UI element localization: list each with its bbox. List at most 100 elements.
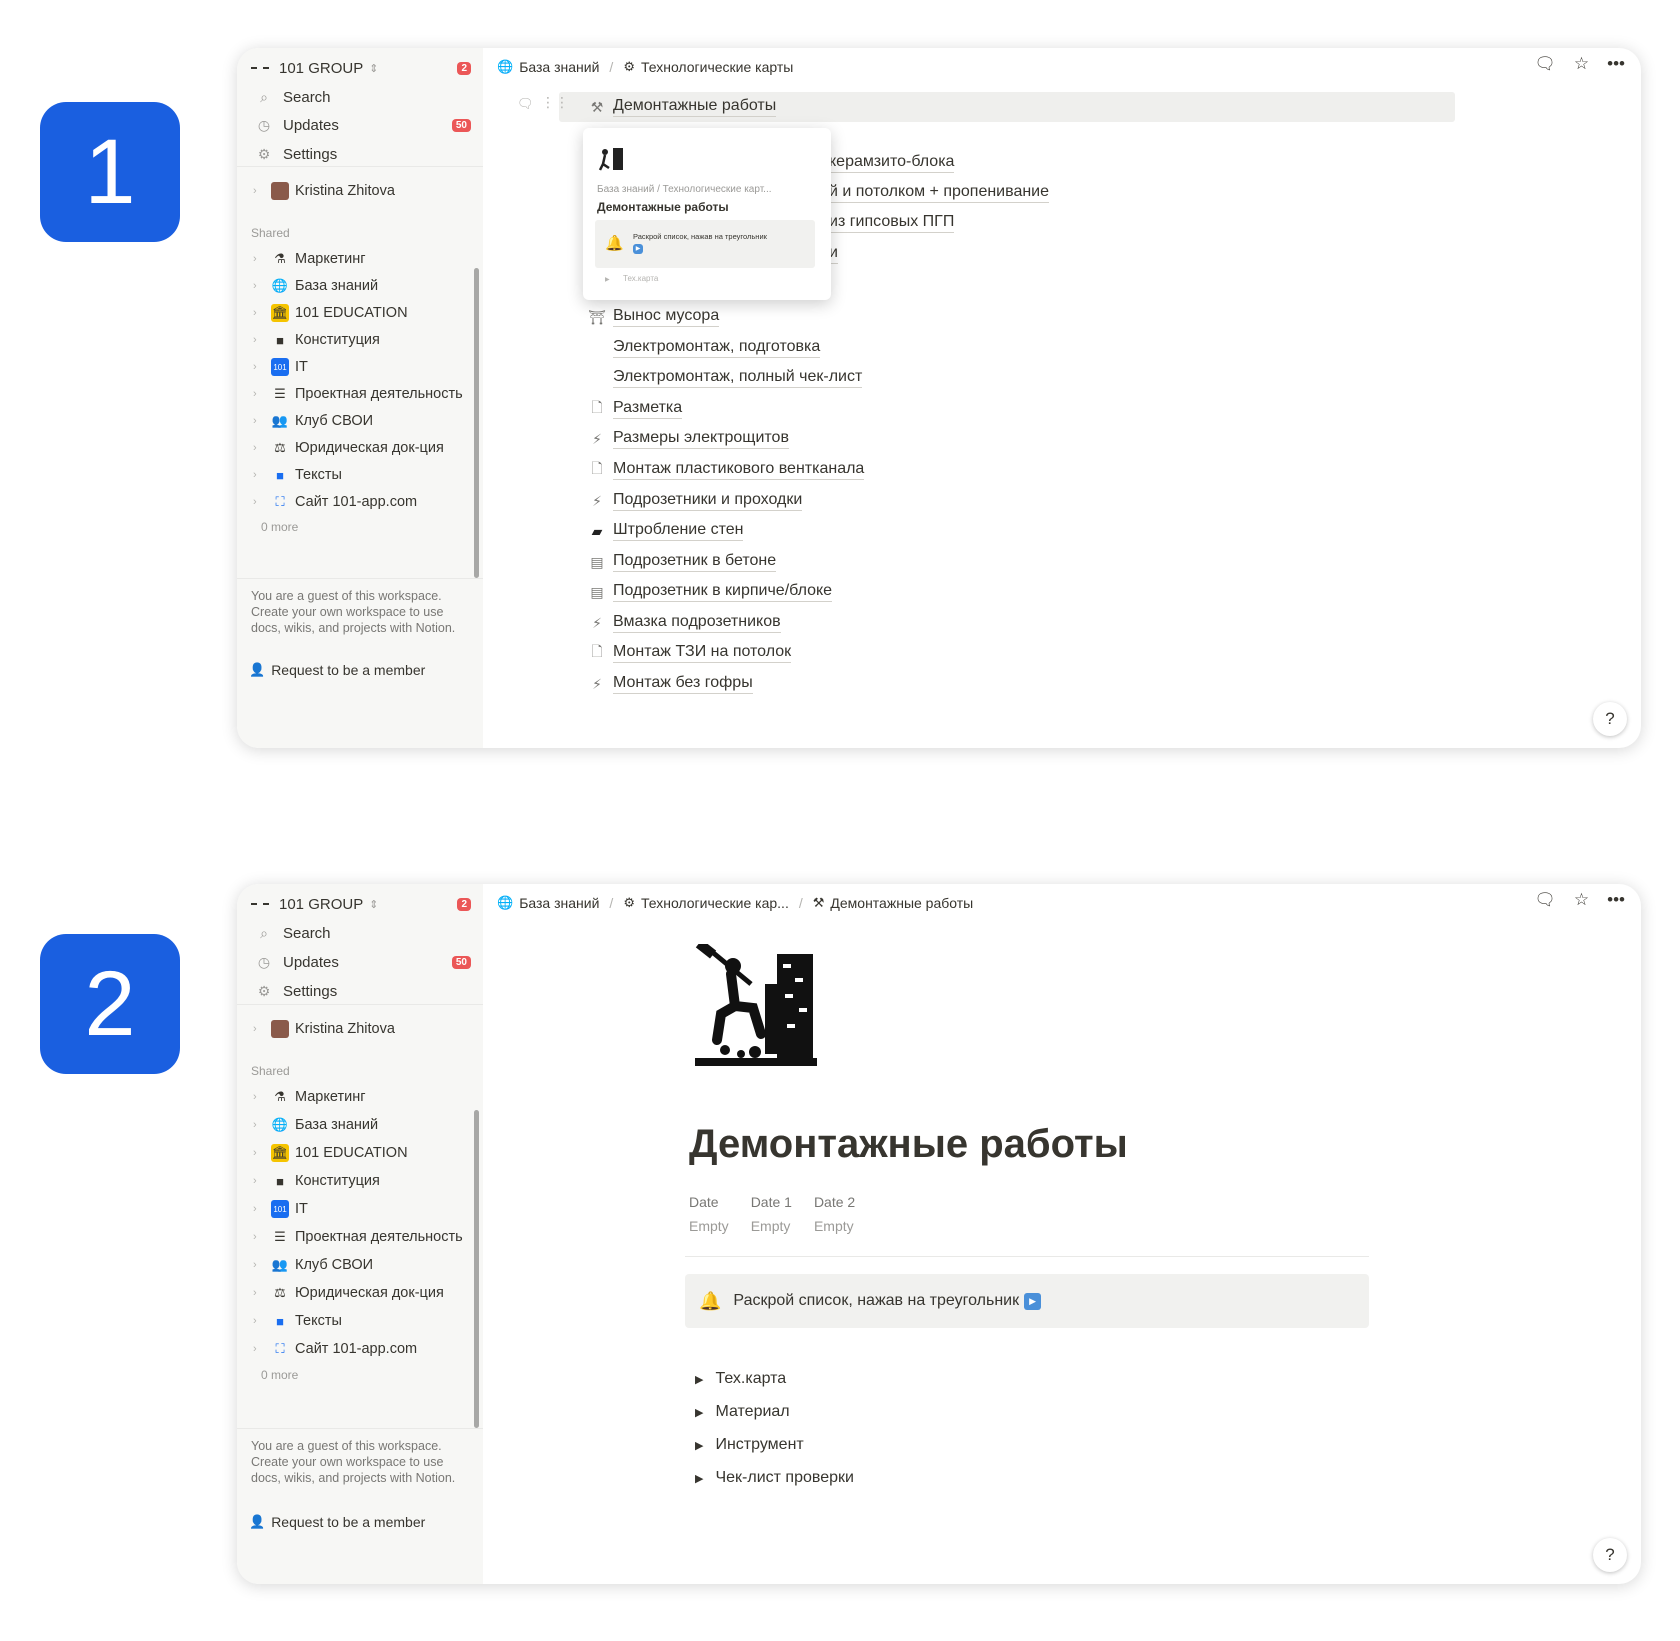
page-preview-popup[interactable]: База знаний / Технологические карт... Де… (583, 128, 831, 300)
list-item[interactable]: ⚡ Монтаж без гофры (585, 671, 753, 697)
sidebar-settings[interactable]: ⚙ Settings (253, 978, 471, 1004)
list-item[interactable]: 🗋 Монтаж пластикового вентканала (585, 457, 865, 483)
toggle-label: Инструмент (715, 1436, 804, 1453)
sidebar-updates[interactable]: ◷ Updates 50 (253, 112, 471, 138)
sidebar-item-texts[interactable]: › ■ Тексты (253, 462, 469, 488)
list-item-hovered[interactable]: ⚒ Демонтажные работы (585, 94, 777, 120)
star-icon[interactable]: ☆ (1574, 54, 1589, 74)
sidebar-item-constitution[interactable]: › ■ Конституция (253, 327, 469, 353)
toggle-block[interactable]: ▶ Чек-лист проверки (695, 1469, 854, 1487)
list-item-partial[interactable]: из гипсовых ПГП (829, 210, 955, 236)
sidebar-item-user[interactable]: › Kristina Zhitova (253, 1016, 469, 1042)
toggle-label: Материал (715, 1403, 790, 1420)
list-item[interactable]: 🗋 Монтаж ТЗИ на потолок (585, 640, 792, 666)
list-item[interactable]: ⛩ Вынос мусора (585, 304, 720, 330)
sidebar-item-label: Сайт 101-app.com (295, 1341, 418, 1357)
sidebar-item-marketing[interactable]: › ⚗ Маркетинг (253, 246, 469, 272)
top-actions: 🗨 ☆ ••• (1534, 54, 1625, 74)
sidebar-item-legal[interactable]: › ⚖ Юридическая док-ция (253, 435, 469, 461)
sidebar-item-marketing[interactable]: › ⚗ Маркетинг (253, 1084, 469, 1110)
sidebar-item-legal[interactable]: › ⚖ Юридическая док-ция (253, 1280, 469, 1306)
sidebar-item-it[interactable]: › 101 IT (253, 354, 469, 380)
sidebar-item-club[interactable]: › 👥 Клуб СВОИ (253, 408, 469, 434)
property-date-1[interactable]: Date 1 Empty (751, 1194, 792, 1234)
comment-icon[interactable]: 🗨 (517, 96, 534, 112)
breadcrumb-item[interactable]: 🌐 База знаний (497, 895, 599, 911)
sidebar-item-site[interactable]: › ⛶ Сайт 101-app.com (253, 489, 469, 515)
star-icon[interactable]: ☆ (1574, 890, 1589, 910)
sidebar-item-projects[interactable]: › ☰ Проектная деятельность (253, 381, 469, 407)
sidebar-settings[interactable]: ⚙ Settings (253, 141, 471, 167)
page-icon: 🗋 (591, 399, 603, 415)
sidebar-item-knowledge-base[interactable]: › 🌐 База знаний (253, 1112, 469, 1138)
page-title[interactable]: Демонтажные работы (689, 1122, 1128, 1167)
comment-icon[interactable]: 🗨 (1534, 890, 1556, 910)
sidebar-item-constitution[interactable]: › ■ Конституция (253, 1168, 469, 1194)
sidebar-item-club[interactable]: › 👥 Клуб СВОИ (253, 1252, 469, 1278)
more-icon[interactable]: ••• (1607, 54, 1625, 74)
sidebar-item-texts[interactable]: › ■ Тексты (253, 1308, 469, 1334)
sidebar-updates-label: Updates (283, 953, 339, 971)
more-icon[interactable]: ••• (1607, 890, 1625, 910)
list-item[interactable]: ⚡ Подрозетники и проходки (585, 488, 803, 514)
sidebar-item-it[interactable]: › 101 IT (253, 1196, 469, 1222)
workspace-switcher[interactable]: 101 GROUP ⇕ 2 (251, 54, 471, 82)
chevron-right-icon: › (253, 280, 257, 292)
workspace-switcher[interactable]: 101 GROUP ⇕ 2 (251, 890, 471, 918)
toggle-block[interactable]: ▶ Материал (695, 1403, 790, 1421)
list-item[interactable]: ⚡ Размеры электрощитов (585, 426, 789, 452)
breadcrumb-item[interactable]: ⚒ Демонтажные работы (813, 895, 974, 911)
scales-icon: ⚖ (274, 1285, 286, 1300)
help-button[interactable]: ? (1593, 702, 1627, 736)
sidebar-scrollbar[interactable] (474, 1110, 479, 1428)
step-badge-2: 2 (40, 934, 180, 1074)
toggle-block[interactable]: ▶ Инструмент (695, 1436, 804, 1454)
triangle-right-icon[interactable]: ▶ (695, 1373, 703, 1386)
sidebar-search[interactable]: ⌕ Search (253, 84, 471, 110)
sidebar-item-user[interactable]: › Kristina Zhitova (253, 178, 469, 204)
list-item[interactable]: ▰ Штробление стен (585, 518, 744, 544)
101-logo-icon: 101 (271, 1200, 289, 1218)
sidebar-item-site[interactable]: › ⛶ Сайт 101-app.com (253, 1336, 469, 1362)
sidebar-search[interactable]: ⌕ Search (253, 920, 471, 946)
list-item-partial[interactable]: й и потолком + пропенивание (829, 180, 1050, 206)
request-member-button[interactable]: 👤 Request to be a member (249, 662, 425, 678)
more-link[interactable]: 0 more (261, 1368, 298, 1382)
sidebar-item-education[interactable]: › 🏛 101 EDUCATION (253, 300, 469, 326)
list-item[interactable]: Электромонтаж, полный чек-лист (585, 365, 863, 391)
page-icon: 🗋 (591, 643, 603, 659)
list-item[interactable]: ⚡ Вмазка подрозетников (585, 610, 781, 636)
help-button[interactable]: ? (1593, 1538, 1627, 1572)
property-date-2[interactable]: Date 2 Empty (814, 1194, 855, 1234)
triangle-right-icon[interactable]: ▶ (695, 1439, 703, 1452)
breadcrumb-item[interactable]: ⚙ Технологические карты (623, 59, 793, 75)
workspace-logo (251, 67, 269, 69)
more-link[interactable]: 0 more (261, 520, 298, 534)
breadcrumb-separator: / (798, 895, 803, 911)
drill-icon: ▰ (591, 522, 603, 539)
checklist-icon: ☰ (274, 386, 286, 401)
callout-block[interactable]: 🔔 Раскрой список, нажав на треугольник ▶ (685, 1274, 1369, 1328)
list-item[interactable]: 🗋 Разметка (585, 396, 683, 422)
sidebar-item-knowledge-base[interactable]: › 🌐 База знаний (253, 273, 469, 299)
triangle-right-icon[interactable]: ▶ (695, 1472, 703, 1485)
list-item[interactable]: ▤ Подрозетник в бетоне (585, 549, 777, 575)
triangle-right-icon[interactable]: ▶ (695, 1406, 703, 1419)
shared-section-label: Shared (251, 1064, 290, 1078)
toggle-block[interactable]: ▶ Тех.карта (695, 1370, 786, 1388)
breadcrumb-item[interactable]: ⚙ Технологические кар... (623, 895, 789, 911)
comment-icon[interactable]: 🗨 (1534, 54, 1556, 74)
chevron-right-icon: › (253, 185, 257, 197)
property-date[interactable]: Date Empty (689, 1194, 729, 1234)
sidebar-item-education[interactable]: › 🏛 101 EDUCATION (253, 1140, 469, 1166)
breadcrumb-item[interactable]: 🌐 База знаний (497, 59, 599, 75)
drag-handle-icon[interactable]: ⋮⋮ (541, 94, 569, 111)
guest-note: You are a guest of this workspace. Creat… (251, 589, 456, 635)
list-item[interactable]: Электромонтаж, подготовка (585, 335, 821, 361)
list-item[interactable]: ▤ Подрозетник в кирпиче/блоке (585, 579, 833, 605)
request-member-button[interactable]: 👤 Request to be a member (249, 1514, 425, 1530)
list-item-partial[interactable]: керамзито-блока (829, 150, 955, 176)
sidebar-updates[interactable]: ◷ Updates 50 (253, 949, 471, 975)
sidebar-scrollbar[interactable] (474, 268, 479, 578)
sidebar-item-projects[interactable]: › ☰ Проектная деятельность (253, 1224, 469, 1250)
